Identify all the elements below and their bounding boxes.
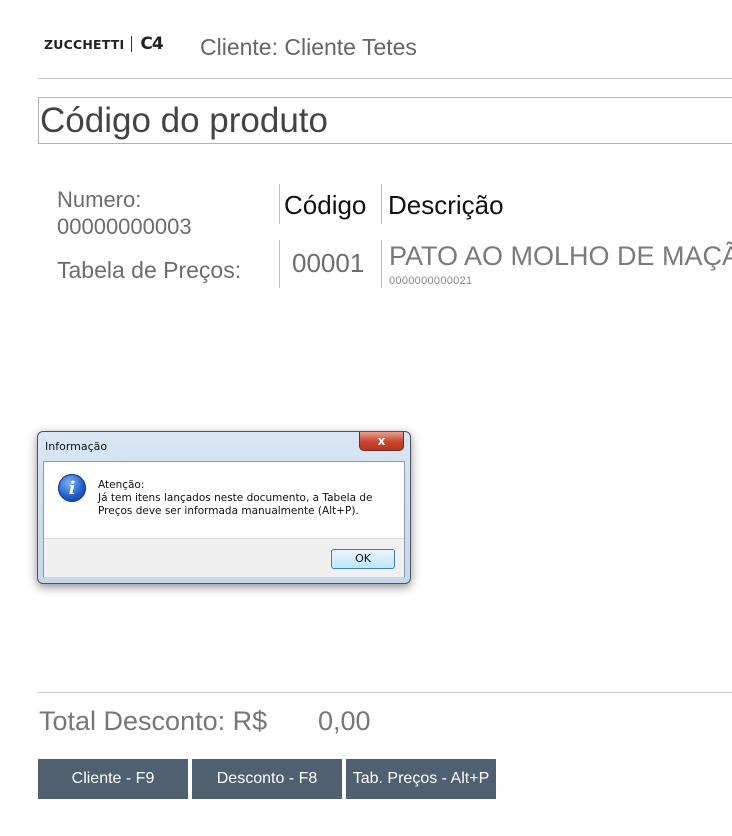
info-icon: i: [58, 474, 86, 502]
ok-button[interactable]: OK: [331, 549, 395, 569]
dialog-message-heading: Atenção:: [98, 479, 145, 491]
column-divider: [279, 184, 280, 224]
column-header-codigo: Código: [284, 190, 367, 220]
client-label[interactable]: Cliente: Cliente Tetes: [200, 34, 417, 61]
item-description: PATO AO MOLHO DE MAÇÃ: [389, 241, 732, 271]
dialog-close-button[interactable]: x: [359, 432, 404, 451]
zucchetti-logo: ZUCCHETTI C4: [44, 34, 164, 54]
item-barcode: 0000000000021: [389, 275, 473, 287]
dialog-message-line: Já tem itens lançados neste documento, a…: [98, 492, 373, 504]
total-discount-value: 0,00: [318, 706, 371, 736]
footer-divider: [38, 692, 732, 693]
column-header-descricao: Descrição: [388, 190, 504, 220]
column-divider: [381, 184, 382, 224]
dialog-footer: OK: [44, 538, 404, 577]
column-divider: [279, 240, 280, 288]
logo-separator: [131, 36, 133, 52]
dialog-message-line: Preços deve ser informada manualmente (A…: [98, 505, 359, 517]
column-divider: [381, 240, 382, 288]
dialog-message: Atenção: Já tem itens lançados neste doc…: [98, 479, 398, 518]
price-table-label[interactable]: Tabela de Preços:: [57, 257, 241, 284]
logo-brand-text: ZUCCHETTI: [44, 36, 125, 52]
dialog-content: i Atenção: Já tem itens lançados neste d…: [44, 462, 404, 538]
item-code: 00001: [292, 248, 365, 278]
dialog-title: Informação: [45, 440, 108, 453]
desconto-button[interactable]: Desconto - F8: [192, 759, 342, 799]
numero-label: Numero:: [57, 187, 142, 212]
total-discount-label: Total Desconto: R$: [39, 706, 268, 736]
dialog-body: i Atenção: Já tem itens lançados neste d…: [43, 461, 405, 577]
cliente-button[interactable]: Cliente - F9: [38, 759, 188, 799]
numero-value: 00000000003: [57, 214, 192, 239]
info-dialog: Informação x i Atenção: Já tem itens lan…: [37, 431, 411, 584]
tab-precos-button[interactable]: Tab. Preços - Alt+P: [346, 759, 496, 799]
logo-c4-mark: C4: [140, 34, 163, 54]
header-divider: [38, 78, 732, 79]
document-number: Numero: 00000000003: [57, 186, 192, 240]
product-code-input[interactable]: [38, 97, 732, 144]
